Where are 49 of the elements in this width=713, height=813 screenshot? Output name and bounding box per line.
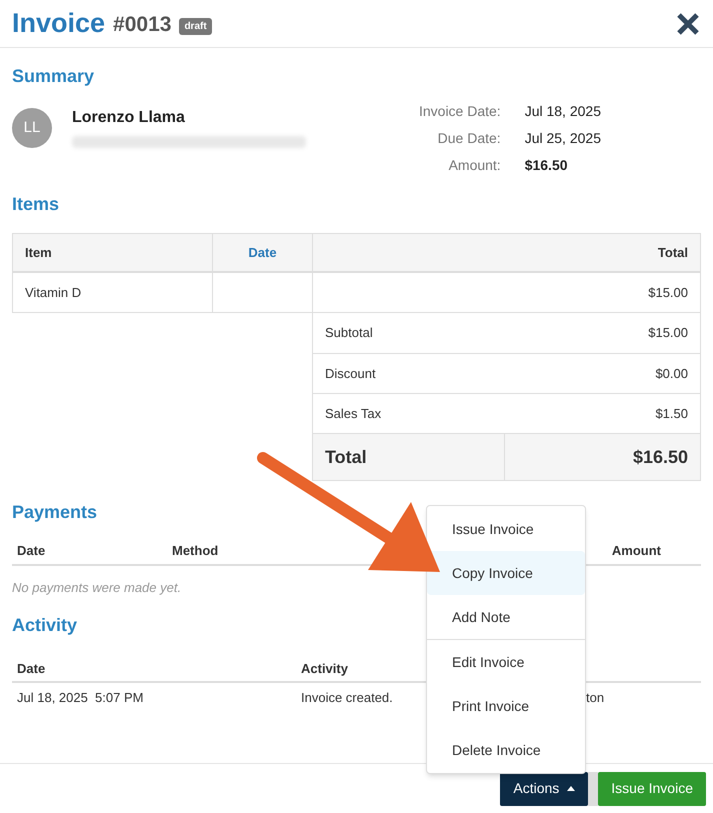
detail-label: Due Date: — [436, 129, 501, 148]
invoice-number: #0013 — [113, 12, 172, 38]
detail-value: Jul 25, 2025 — [524, 129, 601, 148]
total-label: Subtotal — [324, 324, 374, 342]
table-cell-text: $15.00 — [647, 284, 689, 302]
caret-icon — [567, 786, 576, 791]
button-separator — [588, 772, 598, 806]
actions-button[interactable]: Actions — [500, 772, 588, 806]
column-header: Date — [16, 542, 46, 560]
menu-item[interactable]: Add Note — [427, 595, 585, 639]
column-header: Total — [656, 244, 689, 262]
section-heading: Items — [12, 193, 60, 216]
total-label: Sales Tax — [324, 404, 382, 423]
status-badge: draft — [179, 18, 212, 35]
total-label: Discount — [324, 364, 377, 383]
detail-value: Jul 18, 2025 — [524, 102, 601, 121]
total-label: Total — [313, 434, 505, 480]
column-header: Activity — [300, 660, 349, 678]
detail-value: $16.50 — [524, 156, 569, 175]
customer-name: Lorenzo Llama — [72, 108, 186, 128]
modal-title: Invoice — [12, 7, 106, 40]
total-value: $16.50 — [632, 446, 689, 468]
section-heading: Summary — [12, 65, 94, 88]
menu-item[interactable]: Delete Invoice — [427, 728, 585, 772]
empty-message: No payments were made yet. — [12, 579, 182, 597]
total-value: $0.00 — [654, 364, 689, 383]
menu-item[interactable]: Copy Invoice — [427, 551, 585, 595]
close-button[interactable] — [675, 10, 701, 36]
close-icon — [676, 12, 700, 36]
total-value: $1.50 — [654, 404, 689, 423]
section-heading: Payments — [12, 501, 98, 524]
table-cell-text: ton — [586, 688, 606, 707]
avatar: LL — [12, 108, 52, 148]
column-header: Item — [13, 234, 213, 271]
column-header: Amount — [612, 542, 662, 560]
table-cell-text: Jul 18, 2025 5:07 PM — [16, 688, 144, 707]
column-header: Method — [172, 542, 220, 560]
total-value: $15.00 — [647, 324, 689, 342]
menu-item[interactable]: Print Invoice — [427, 684, 585, 728]
menu-item[interactable]: Issue Invoice — [427, 507, 585, 551]
table-cell-text: Invoice created. — [300, 688, 394, 707]
table-cell: Vitamin D — [13, 273, 213, 312]
section-heading: Activity — [12, 614, 78, 637]
column-header[interactable]: Date — [213, 234, 313, 271]
detail-label: Invoice Date: — [418, 102, 501, 121]
detail-label: Amount: — [448, 156, 501, 175]
issue-invoice-button[interactable]: Issue Invoice — [598, 772, 706, 806]
column-header: Date — [16, 660, 46, 678]
menu-item[interactable]: Edit Invoice — [427, 640, 585, 684]
